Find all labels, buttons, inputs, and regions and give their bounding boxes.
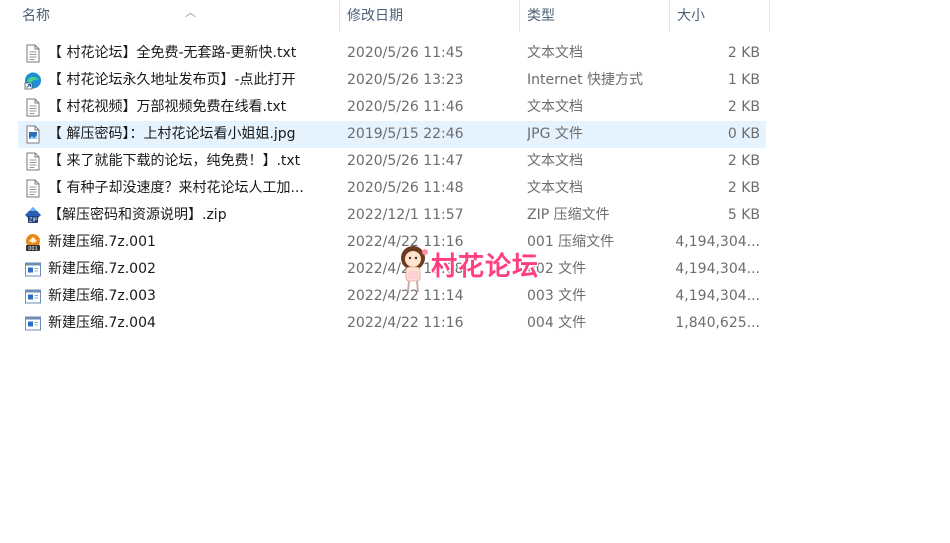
file-row[interactable]: ZIP 【解压密码和资源说明】.zip 2022/12/1 11:57 ZIP 压缩文… <box>18 202 766 229</box>
file-size: 2 KB <box>727 153 760 169</box>
text-file-icon <box>24 179 42 198</box>
generic-file-icon <box>24 287 42 306</box>
file-name: 【解压密码和资源说明】.zip <box>48 207 227 223</box>
internet-shortcut-icon <box>24 71 42 90</box>
file-row[interactable]: 新建压缩.7z.004 2022/4/22 11:16 004 文件 1,840,62… <box>18 310 766 337</box>
zip-archive-icon: ZIP <box>24 206 42 225</box>
file-date: 2020/5/26 13:23 <box>347 72 464 88</box>
file-type: 文本文档 <box>527 99 583 115</box>
file-date: 2020/5/26 11:48 <box>347 180 464 196</box>
file-type: 文本文档 <box>527 45 583 61</box>
file-size: 4,194,304... <box>675 288 760 304</box>
file-date: 2020/5/26 11:45 <box>347 45 464 61</box>
file-size: 2 KB <box>727 180 760 196</box>
column-date-header[interactable]: 修改日期 <box>340 0 520 32</box>
column-header: ︿ 名称 修改日期 类型 大小 <box>0 0 770 32</box>
file-size: 1,840,625... <box>675 315 760 331</box>
sort-up-icon: ︿ <box>185 6 196 19</box>
file-date: 2020/5/26 11:46 <box>347 99 464 115</box>
file-row[interactable]: 【 村花论坛永久地址发布页】-点此打开 2020/5/26 13:23 Intern… <box>18 67 766 94</box>
file-type: 文本文档 <box>527 153 583 169</box>
file-date: 2022/4/22 11:16 <box>347 315 464 331</box>
text-file-icon <box>24 44 42 63</box>
file-type: 004 文件 <box>527 315 587 331</box>
watermark-text: 村花论坛 <box>431 252 540 282</box>
file-size: 4,194,304... <box>675 261 760 277</box>
file-type: Internet 快捷方式 <box>527 72 644 88</box>
generic-file-icon <box>24 260 42 279</box>
generic-file-icon <box>24 314 42 333</box>
file-row[interactable]: 【 来了就能下载的论坛，纯免费！】.txt 2020/5/26 11:47 文本文档… <box>18 148 766 175</box>
girl-mascot-icon <box>401 246 428 293</box>
file-name: 【 村花论坛】全免费-无套路-更新快.txt <box>48 45 297 61</box>
file-name: 新建压缩.7z.004 <box>48 315 156 331</box>
file-name: 【 村花论坛永久地址发布页】-点此打开 <box>48 72 296 88</box>
file-row[interactable]: 【 村花视频】万部视频免费在线看.txt 2020/5/26 11:46 文本文档 2… <box>18 94 766 121</box>
file-row[interactable]: 【 村花论坛】全免费-无套路-更新快.txt 2020/5/26 11:45 文本文… <box>18 40 766 67</box>
file-name: 新建压缩.7z.003 <box>48 288 156 304</box>
column-type-header[interactable]: 类型 <box>520 0 670 32</box>
file-size: 4,194,304... <box>675 234 760 250</box>
svg-text:001: 001 <box>28 246 38 252</box>
file-name: 新建压缩.7z.002 <box>48 261 156 277</box>
file-name: 新建压缩.7z.001 <box>48 234 156 250</box>
file-size: 2 KB <box>727 99 760 115</box>
file-date: 2020/5/26 11:47 <box>347 153 464 169</box>
watermark: 村花论坛 <box>398 244 558 296</box>
file-type: 文本文档 <box>527 180 583 196</box>
file-name: 【 来了就能下载的论坛，纯免费！】.txt <box>48 153 301 169</box>
column-name-header[interactable]: ︿ 名称 <box>15 0 340 32</box>
file-date: 2019/5/15 22:46 <box>347 126 464 142</box>
file-type: ZIP 压缩文件 <box>527 207 610 223</box>
archive-001-icon: 001 <box>24 233 42 252</box>
svg-text:ZIP: ZIP <box>29 218 37 224</box>
file-row[interactable]: 【 有种子却没速度？来村花论坛人工加... 2020/5/26 11:48 文本文档… <box>18 175 766 202</box>
file-name: 【 解压密码】：上村花论坛看小姐姐.jpg <box>48 126 296 142</box>
text-file-icon <box>24 152 42 171</box>
file-row[interactable]: 001 新建压缩.7z.001 2022/4/22 11:16 001 压缩文件 4,1… <box>18 229 766 256</box>
file-size: 1 KB <box>727 72 760 88</box>
file-type: JPG 文件 <box>527 126 583 142</box>
file-row[interactable]: 新建压缩.7z.003 2022/4/22 11:14 003 文件 4,194,30… <box>18 283 766 310</box>
file-size: 0 KB <box>727 126 760 142</box>
file-name: 【 村花视频】万部视频免费在线看.txt <box>48 99 287 115</box>
text-file-icon <box>24 98 42 117</box>
file-size: 5 KB <box>727 207 760 223</box>
file-date: 2022/12/1 11:57 <box>347 207 464 223</box>
file-row[interactable]: 新建压缩.7z.002 2022/4/22 11:08 002 文件 4,194,30… <box>18 256 766 283</box>
file-name: 【 有种子却没速度？来村花论坛人工加... <box>48 180 304 196</box>
file-row[interactable]: 【 解压密码】：上村花论坛看小姐姐.jpg 2019/5/15 22:46 JPG … <box>18 121 766 148</box>
image-file-icon <box>24 125 42 144</box>
file-size: 2 KB <box>727 45 760 61</box>
column-size-header[interactable]: 大小 <box>670 0 770 32</box>
